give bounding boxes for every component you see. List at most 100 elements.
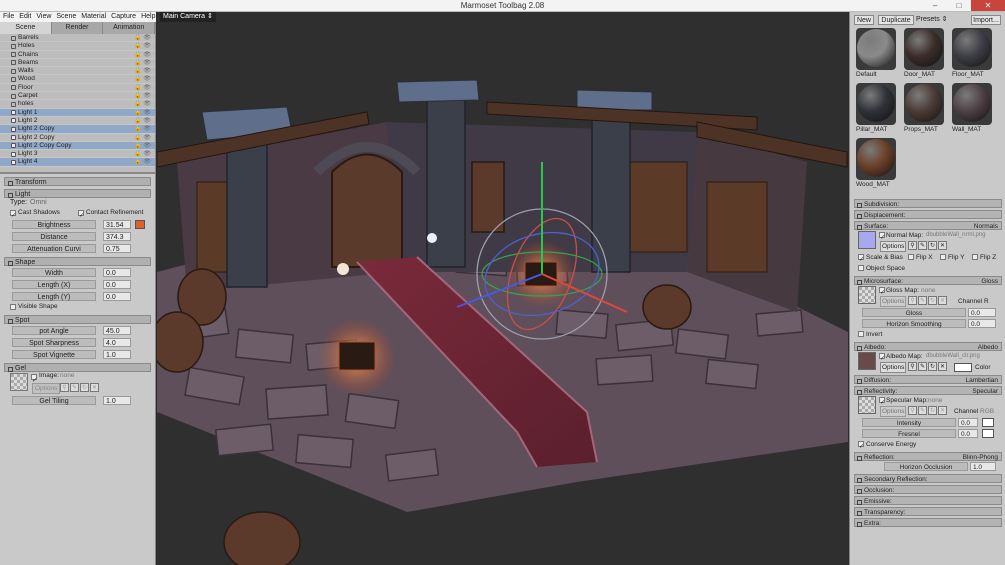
specular-reload-icon[interactable]: ↻ [928, 406, 937, 415]
menu-scene[interactable]: Scene [56, 12, 76, 22]
new-material-button[interactable]: New [854, 15, 874, 25]
spot-sharpness-value[interactable]: 4.0 [103, 338, 131, 347]
fresnel-color-swatch[interactable] [982, 429, 994, 438]
albedo-header[interactable]: Albedo: Albedo [854, 342, 1002, 351]
camera-selector[interactable]: Main Camera ⇕ [160, 12, 216, 22]
reflection-header[interactable]: Reflection: Blinn-Phong [854, 452, 1002, 461]
visibility-icon[interactable]: 🔒 👁 [134, 100, 151, 108]
normal-clear-icon[interactable]: ✕ [938, 241, 947, 250]
outliner-item[interactable]: Chains 🔒 👁 [0, 51, 155, 59]
duplicate-material-button[interactable]: Duplicate [878, 15, 914, 25]
visibility-icon[interactable]: 🔒 👁 [134, 92, 151, 100]
visibility-icon[interactable]: 🔒 👁 [134, 84, 151, 92]
visible-shape-checkbox[interactable] [10, 304, 16, 310]
gloss-clear-icon[interactable]: ✕ [938, 296, 947, 305]
albedo-map-checkbox[interactable]: ✓ [879, 353, 885, 362]
menu-edit[interactable]: Edit [19, 12, 31, 22]
gel-tiling-value[interactable]: 1.0 [103, 396, 131, 405]
gel-reload-icon[interactable]: ↻ [80, 383, 89, 392]
material-thumbnail[interactable]: Props_MAT [902, 83, 946, 135]
distance-value[interactable]: 374.3 [103, 232, 131, 241]
menu-material[interactable]: Material [81, 12, 106, 22]
material-thumbnail[interactable]: Floor_MAT [950, 28, 994, 80]
intensity-value[interactable]: 0.0 [958, 418, 978, 427]
scale-bias-checkbox[interactable]: ✓ [858, 254, 864, 263]
normal-edit-icon[interactable]: ✎ [918, 241, 927, 250]
gel-edit-icon[interactable]: ✎ [70, 383, 79, 392]
contact-refinement-checkbox[interactable]: ✓ [78, 210, 84, 219]
material-thumbnail[interactable]: Wall_MAT [950, 83, 994, 135]
extra-header[interactable]: Extra: [854, 518, 1002, 527]
brightness-value[interactable]: 31.54 [103, 220, 131, 229]
outliner-item[interactable]: Light 2 🔒 👁 [0, 117, 155, 126]
specular-channel-value[interactable]: RGB [980, 406, 994, 417]
visibility-icon[interactable]: 🔒 👁 [134, 67, 151, 75]
surface-header[interactable]: Surface: Normals [854, 221, 1002, 230]
gel-tiling-slider[interactable]: Gel Tiling [12, 396, 96, 405]
outliner-item[interactable]: Carpet 🔒 👁 [0, 92, 155, 101]
fresnel-value[interactable]: 0.0 [958, 429, 978, 438]
horizon-smoothing-value[interactable]: 0.0 [968, 319, 996, 328]
type-value[interactable]: Omni [30, 198, 47, 208]
intensity-color-swatch[interactable] [982, 418, 994, 427]
gloss-options-button[interactable]: Options [880, 296, 907, 307]
cast-shadows-checkbox[interactable]: ✓ [10, 210, 16, 219]
albedo-map-thumbnail[interactable] [858, 352, 876, 370]
microsurface-header[interactable]: Microsurface: Gloss [854, 276, 1002, 285]
menu-capture[interactable]: Capture [111, 12, 136, 22]
distance-slider[interactable]: Distance [12, 232, 96, 241]
gel-header[interactable]: Gel [4, 363, 151, 372]
gloss-slider[interactable]: Gloss [862, 308, 966, 317]
flip-z-checkbox[interactable] [972, 254, 978, 260]
specular-clear-icon[interactable]: ✕ [938, 406, 947, 415]
material-thumbnail[interactable]: Door_MAT [902, 28, 946, 80]
normal-map-thumbnail[interactable] [858, 231, 876, 249]
gel-image-checkbox[interactable]: ✓ [31, 374, 37, 384]
spot-vignette-slider[interactable]: Spot Vignette [12, 350, 96, 359]
maximize-button[interactable]: □ [947, 0, 971, 11]
material-thumbnail[interactable]: Wood_MAT [854, 138, 898, 190]
specular-browse-icon[interactable]: ⚲ [908, 406, 917, 415]
light-header[interactable]: Light [4, 189, 151, 198]
albedo-edit-icon[interactable]: ✎ [918, 362, 927, 371]
horizon-occlusion-value[interactable]: 1.0 [970, 462, 996, 471]
intensity-slider[interactable]: Intensity [862, 418, 956, 427]
attenuation-slider[interactable]: Attenuation Curvi [12, 244, 96, 253]
albedo-clear-icon[interactable]: ✕ [938, 362, 947, 371]
3d-viewport[interactable]: Main Camera ⇕ [157, 12, 848, 565]
albedo-reload-icon[interactable]: ↻ [928, 362, 937, 371]
gel-clear-icon[interactable]: ✕ [90, 383, 99, 392]
gloss-edit-icon[interactable]: ✎ [918, 296, 927, 305]
tab-animation[interactable]: Animation [103, 22, 156, 34]
gel-options-button[interactable]: Options [32, 383, 61, 394]
material-thumbnail[interactable]: Default [854, 28, 898, 80]
length-x-slider[interactable]: Length (X) [12, 280, 96, 289]
gloss-channel-value[interactable]: R [984, 296, 989, 307]
albedo-browse-icon[interactable]: ⚲ [908, 362, 917, 371]
outliner-item[interactable]: Wood 🔒 👁 [0, 75, 155, 84]
object-space-checkbox[interactable] [858, 265, 864, 271]
normal-browse-icon[interactable]: ⚲ [908, 241, 917, 250]
visibility-icon[interactable]: 🔒 👁 [134, 142, 151, 150]
minimize-button[interactable]: – [923, 0, 947, 11]
albedo-color-swatch[interactable] [954, 363, 972, 372]
outliner-item[interactable]: Light 4 🔒 👁 [0, 158, 155, 167]
spot-sharpness-slider[interactable]: Spot Sharpness [12, 338, 96, 347]
outliner-item[interactable]: Holes 🔒 👁 [0, 42, 155, 51]
menu-view[interactable]: View [36, 12, 51, 22]
spot-vignette-value[interactable]: 1.0 [103, 350, 131, 359]
gloss-reload-icon[interactable]: ↻ [928, 296, 937, 305]
horizon-occlusion-slider[interactable]: Horizon Occlusion [884, 462, 968, 471]
visibility-icon[interactable]: 🔒 👁 [134, 75, 151, 83]
gel-browse-icon[interactable]: ⚲ [60, 383, 69, 392]
diffusion-mode[interactable]: Lambertian [965, 376, 998, 385]
visibility-icon[interactable]: 🔒 👁 [134, 125, 151, 133]
visibility-icon[interactable]: 🔒 👁 [134, 51, 151, 59]
light-color-swatch[interactable] [135, 220, 145, 229]
material-thumbnail[interactable]: Pillar_MAT [854, 83, 898, 135]
normal-map-checkbox[interactable]: ✓ [879, 232, 885, 241]
length-x-value[interactable]: 0.0 [103, 280, 131, 289]
visibility-icon[interactable]: 🔒 👁 [134, 34, 151, 42]
visibility-icon[interactable]: 🔒 👁 [134, 150, 151, 158]
width-value[interactable]: 0.0 [103, 268, 131, 277]
